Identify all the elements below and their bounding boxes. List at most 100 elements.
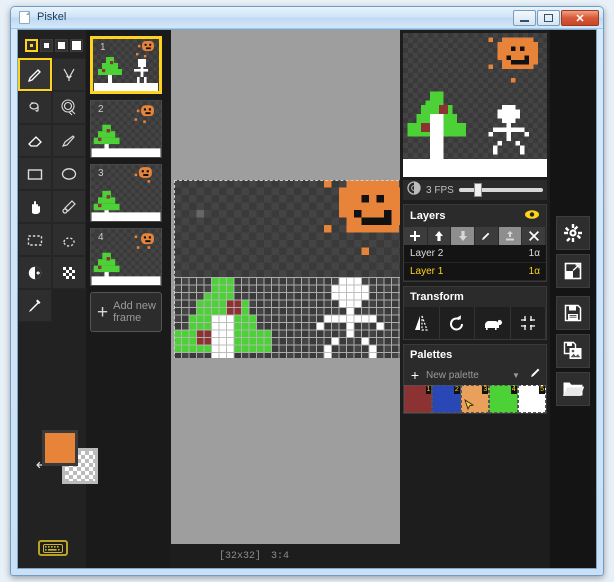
canvas-area[interactable]: [32x32] 3:4 <box>171 30 400 568</box>
circle-tool[interactable] <box>52 157 86 190</box>
frame-thumbnail-1[interactable]: 1 <box>90 36 162 94</box>
canvas-zoom-label: 3:4 <box>271 550 290 562</box>
piskel-window: Piskel ✕ ↲ 1 2 3 4 + Add new frame [32x3… <box>10 6 604 576</box>
layers-header: Layers <box>404 205 546 227</box>
stroke-tool[interactable] <box>52 124 86 157</box>
maximize-button[interactable] <box>537 10 560 26</box>
dithering-tool[interactable] <box>52 256 86 289</box>
app-body: ↲ 1 2 3 4 + Add new frame [32x32] 3:4 3 … <box>17 29 597 569</box>
minimize-button[interactable] <box>513 10 536 26</box>
palette-swatch-5[interactable]: 5 <box>517 385 547 413</box>
rectangle-select-tool[interactable] <box>18 223 52 256</box>
layer-opacity: 1α <box>528 248 540 259</box>
rectangle-tool[interactable] <box>18 157 52 190</box>
paint-bucket-tool[interactable] <box>18 91 52 124</box>
canvas-lower-mask <box>174 358 400 480</box>
swatch-number: 1 <box>425 386 432 394</box>
rotate-ccw-button[interactable] <box>440 307 475 339</box>
edit-palette-button[interactable] <box>524 366 546 384</box>
window-controls: ✕ <box>513 10 599 26</box>
pen-size-selector <box>25 39 86 52</box>
paint-all-similar-pixels-tool[interactable] <box>52 91 86 124</box>
tool-grid <box>18 58 86 322</box>
animation-preview[interactable] <box>403 33 547 177</box>
transform-header: Transform <box>404 287 546 307</box>
fps-slider-knob[interactable] <box>473 183 482 197</box>
palette-swatches: 1 2 3 4 5 <box>404 385 547 413</box>
move-layer-up-button[interactable] <box>428 227 452 245</box>
color-picker-tool[interactable] <box>18 289 52 322</box>
color-picker-widget: ↲ <box>34 430 98 486</box>
palette-swatch-2[interactable]: 2 <box>432 385 461 413</box>
palette-selector: + New palette ▼ <box>404 365 546 385</box>
add-new-frame-button[interactable]: + Add new frame <box>90 292 162 332</box>
pen-size-3[interactable] <box>55 39 68 52</box>
layer-row[interactable]: Layer 2 1α <box>404 245 546 263</box>
eye-icon[interactable] <box>524 209 540 223</box>
settings-button[interactable] <box>556 216 590 250</box>
cursor-arrow-icon <box>464 399 474 411</box>
frame-thumbnail-2[interactable]: 2 <box>90 100 162 158</box>
layer-opacity: 1α <box>528 266 540 277</box>
layers-panel: Layers Layer 2 1α Layer 1 1α <box>403 204 547 282</box>
open-button[interactable] <box>556 372 590 406</box>
close-button[interactable]: ✕ <box>561 10 599 26</box>
layer-actions <box>404 227 547 245</box>
lasso-select-tool[interactable] <box>52 223 86 256</box>
plus-icon: + <box>97 301 109 323</box>
swatch-number: 2 <box>453 386 460 394</box>
clone-button[interactable] <box>475 307 511 339</box>
shape-selection-tool[interactable] <box>52 190 86 223</box>
move-tool[interactable] <box>18 190 52 223</box>
swatch-number: 3 <box>482 386 489 394</box>
pen-size-2[interactable] <box>40 39 53 52</box>
pencil-tool[interactable] <box>18 58 52 91</box>
frame-number: 3 <box>94 167 108 180</box>
merge-layer-button[interactable] <box>498 227 523 245</box>
right-panel: 3 FPS Layers Layer 2 1α Layer 1 1α Trans… <box>400 30 550 568</box>
palette-name[interactable]: New palette <box>426 370 508 381</box>
frame-number: 4 <box>94 231 108 244</box>
fps-slider[interactable] <box>458 183 543 197</box>
add-palette-button[interactable]: + <box>404 367 426 383</box>
center-crosshair-button[interactable] <box>511 307 546 339</box>
frames-panel: 1 2 3 4 + Add new frame <box>86 30 171 568</box>
vertical-mirror-pen-tool[interactable] <box>52 58 86 91</box>
palette-swatch-3[interactable]: 3 <box>460 385 490 413</box>
palette-swatch-1[interactable]: 1 <box>404 385 433 413</box>
status-bar: [32x32] 3:4 <box>171 544 400 568</box>
layers-title: Layers <box>410 210 446 222</box>
eraser-tool[interactable] <box>18 124 52 157</box>
pen-size-1[interactable] <box>25 39 38 52</box>
keyboard-icon[interactable] <box>38 540 68 556</box>
add-layer-button[interactable] <box>404 227 428 245</box>
pixel-canvas[interactable] <box>174 180 400 480</box>
flip-horizontal-button[interactable] <box>404 307 440 339</box>
frame-number: 1 <box>96 41 110 54</box>
frame-thumbnail-3[interactable]: 3 <box>90 164 162 222</box>
palettes-header: Palettes <box>404 345 546 365</box>
primary-color-swatch[interactable] <box>42 430 78 466</box>
playback-bar: 3 FPS <box>403 180 547 200</box>
rename-layer-button[interactable] <box>475 227 499 245</box>
onion-skin-icon[interactable] <box>407 180 421 200</box>
frame-thumbnail-4[interactable]: 4 <box>90 228 162 286</box>
swatch-number: 4 <box>510 386 517 394</box>
preview-pixels <box>403 37 547 177</box>
layer-row[interactable]: Layer 1 1α <box>404 263 546 281</box>
delete-layer-button[interactable] <box>522 227 547 245</box>
window-title: Piskel <box>37 11 67 23</box>
export-button[interactable] <box>556 334 590 368</box>
lighten-tool[interactable] <box>18 256 52 289</box>
resize-button[interactable] <box>556 254 590 288</box>
transform-title: Transform <box>410 291 464 303</box>
frame-selected-caret <box>160 57 162 71</box>
palettes-title: Palettes <box>410 349 453 361</box>
chevron-down-icon[interactable]: ▼ <box>508 371 524 380</box>
add-new-frame-label: Add new frame <box>113 300 156 324</box>
move-layer-down-button[interactable] <box>451 227 476 245</box>
save-button[interactable] <box>556 296 590 330</box>
pen-size-4[interactable] <box>70 39 83 52</box>
palette-swatch-4[interactable]: 4 <box>489 385 518 413</box>
layer-name: Layer 2 <box>410 248 444 259</box>
